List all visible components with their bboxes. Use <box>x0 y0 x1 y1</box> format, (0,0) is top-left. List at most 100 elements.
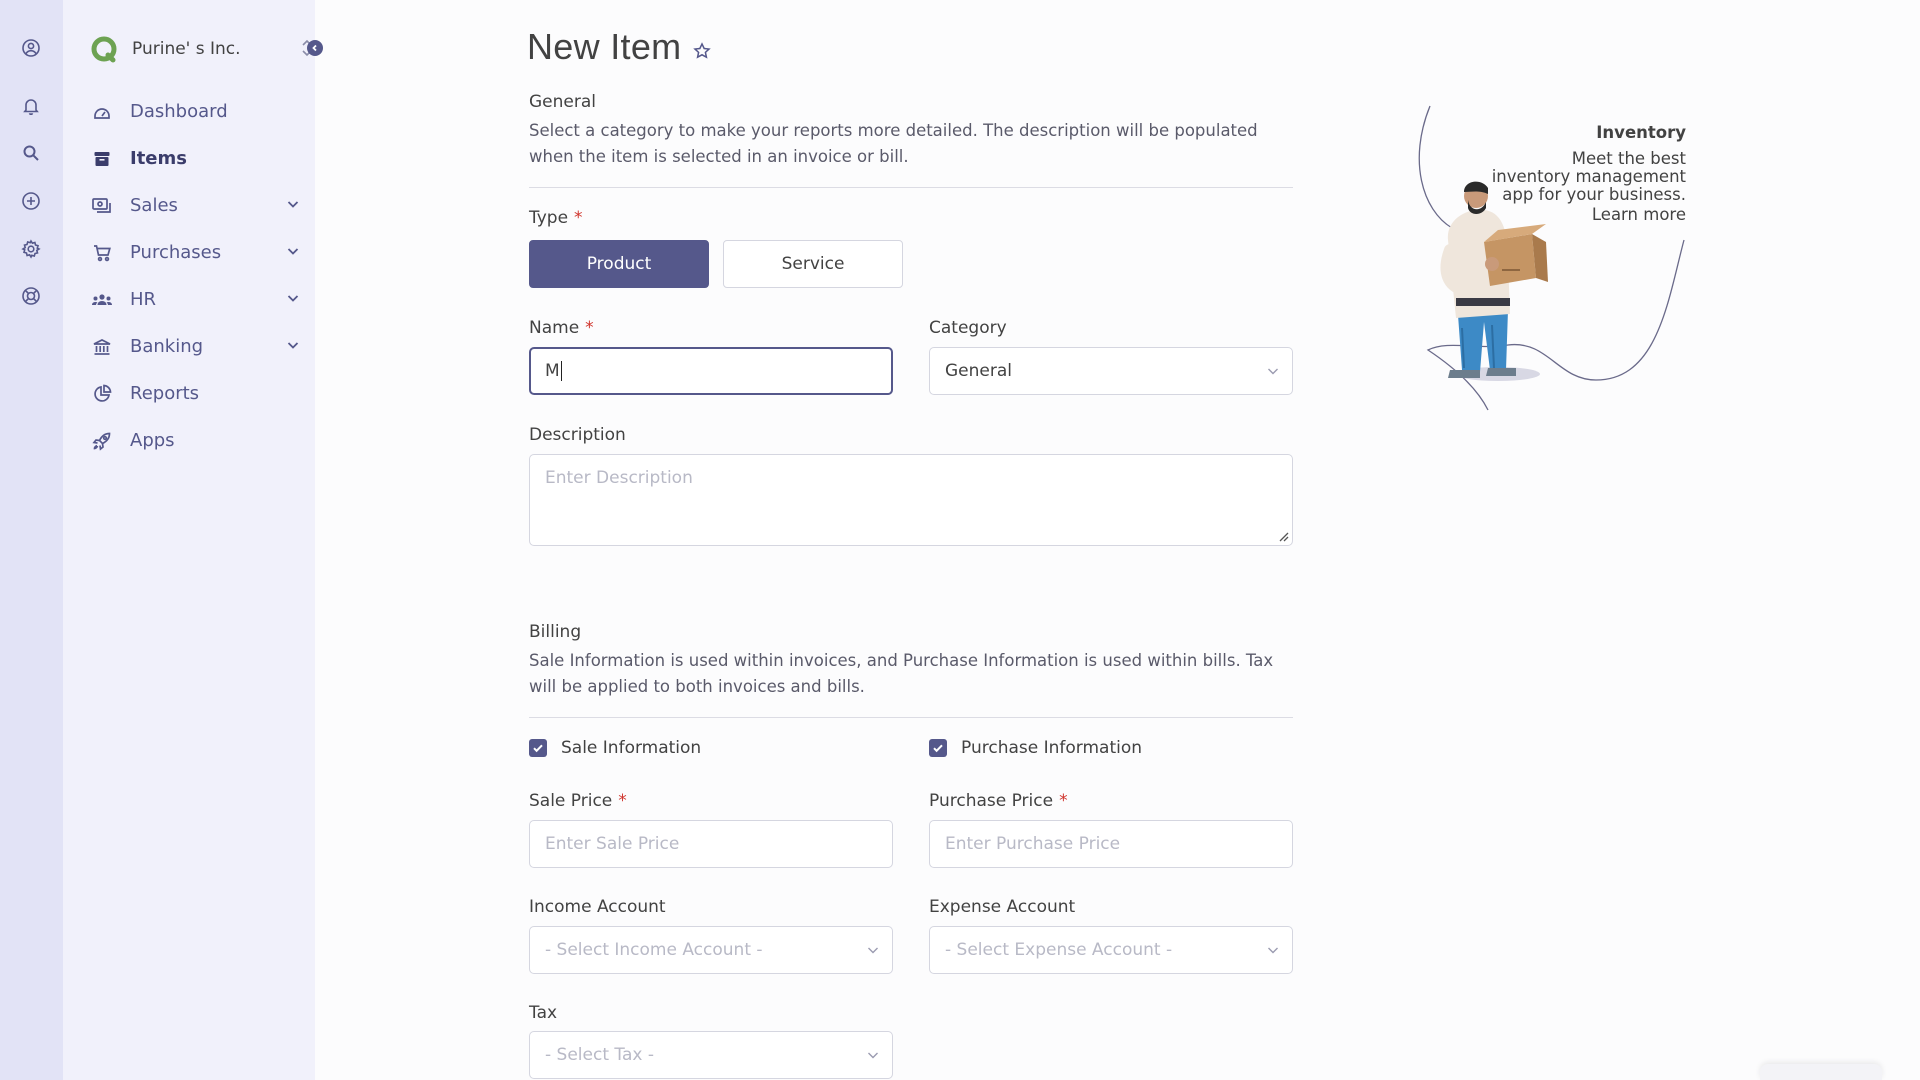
description-placeholder: Enter Description <box>545 468 693 488</box>
expense-account-select[interactable]: - Select Expense Account - <box>929 926 1293 974</box>
sidebar-item-label: Purchases <box>130 242 222 263</box>
sale-information-label: Sale Information <box>561 738 702 758</box>
purchase-information-checkbox[interactable]: Purchase Information <box>929 738 1142 758</box>
learn-more-link[interactable]: Learn more <box>1492 206 1686 224</box>
purchase-price-input[interactable]: Enter Purchase Price <box>929 820 1293 868</box>
type-product-button[interactable]: Product <box>529 240 709 288</box>
profile-icon[interactable] <box>19 36 43 60</box>
tax-select[interactable]: - Select Tax - <box>529 1031 893 1079</box>
checkbox-checked[interactable] <box>529 739 547 757</box>
general-section-title: General <box>529 92 596 112</box>
sidebar-item-apps[interactable]: Apps <box>90 417 300 464</box>
rocket-icon <box>90 429 114 453</box>
required-mark: * <box>1059 791 1068 811</box>
checkbox-checked[interactable] <box>929 739 947 757</box>
sidebar-item-dashboard[interactable]: Dashboard <box>90 88 300 135</box>
company-name: Purine' s Inc. <box>132 39 241 59</box>
sidebar-item-label: Banking <box>130 336 204 357</box>
dashboard-icon <box>90 100 114 124</box>
divider <box>529 187 1293 188</box>
purchase-information-label: Purchase Information <box>961 738 1143 758</box>
sidebar-item-label: Apps <box>130 430 175 451</box>
chevron-down-icon <box>1268 947 1278 954</box>
category-select[interactable]: General <box>929 347 1293 395</box>
sidebar: Purine' s Inc. Dashboard Items Sales Pur… <box>63 0 323 1080</box>
sale-price-label: Sale Price * <box>529 791 627 811</box>
sidebar-item-label: Reports <box>130 383 200 404</box>
promo-line: inventory management <box>1491 167 1686 186</box>
category-select-value: General <box>945 361 1012 381</box>
required-mark: * <box>585 318 594 338</box>
sidebar-item-label: Items <box>130 148 187 169</box>
bank-icon <box>90 335 114 359</box>
settings-icon[interactable] <box>19 237 43 261</box>
required-mark: * <box>618 791 627 811</box>
resize-handle-icon[interactable] <box>1277 530 1289 542</box>
sidebar-nav: Dashboard Items Sales Purchases HR Banki… <box>90 88 300 464</box>
promo-text: Inventory Meet the best inventory manage… <box>1492 124 1686 224</box>
chevron-down-icon <box>1268 368 1278 375</box>
chevron-down-icon <box>868 1052 878 1059</box>
text-cursor <box>560 361 563 381</box>
sale-price-placeholder: Enter Sale Price <box>545 834 680 854</box>
sale-price-input[interactable]: Enter Sale Price <box>529 820 893 868</box>
floating-widget[interactable] <box>1760 1064 1882 1080</box>
sidebar-item-label: HR <box>130 289 157 310</box>
checkmark-icon <box>533 744 543 753</box>
support-icon[interactable] <box>19 284 43 308</box>
required-mark: * <box>574 208 583 228</box>
sales-icon <box>90 194 114 218</box>
checkmark-icon <box>933 744 943 753</box>
page-title: New Item <box>527 26 682 67</box>
sale-information-checkbox[interactable]: Sale Information <box>529 738 701 758</box>
search-icon[interactable] <box>19 141 43 165</box>
expense-account-placeholder: - Select Expense Account - <box>945 940 1173 960</box>
income-account-label: Income Account <box>529 897 666 917</box>
bell-icon[interactable] <box>19 94 43 118</box>
tax-placeholder: - Select Tax - <box>545 1045 654 1065</box>
name-input[interactable]: M <box>529 347 893 395</box>
billing-section-title: Billing <box>529 622 582 642</box>
plus-circle-icon[interactable] <box>19 189 43 213</box>
income-account-select[interactable]: - Select Income Account - <box>529 926 893 974</box>
sidebar-item-sales[interactable]: Sales <box>90 182 300 229</box>
chevron-down-icon[interactable] <box>286 244 300 258</box>
promo-line: Meet the best <box>1571 149 1686 168</box>
sidebar-item-reports[interactable]: Reports <box>90 370 300 417</box>
sidebar-item-banking[interactable]: Banking <box>90 323 300 370</box>
chevron-down-icon[interactable] <box>286 197 300 211</box>
sidebar-item-hr[interactable]: HR <box>90 276 300 323</box>
chevron-down-icon <box>868 947 878 954</box>
purchase-price-label: Purchase Price * <box>929 791 1068 811</box>
tax-label: Tax <box>529 1003 558 1023</box>
page-header: New Item <box>527 26 712 68</box>
promo-title: Inventory <box>1596 123 1686 142</box>
category-label: Category <box>929 318 1007 338</box>
sidebar-item-items[interactable]: Items <box>90 135 300 182</box>
divider <box>529 717 1293 718</box>
chevron-left-icon <box>312 44 317 52</box>
items-icon <box>90 147 114 171</box>
star-icon[interactable] <box>693 42 712 60</box>
name-input-value: M <box>545 361 560 381</box>
people-icon <box>90 288 114 312</box>
collapse-sidebar-button[interactable] <box>307 40 323 56</box>
company-switcher[interactable]: Purine' s Inc. <box>90 34 312 64</box>
description-textarea[interactable]: Enter Description <box>529 454 1293 546</box>
cart-icon <box>90 241 114 265</box>
sidebar-item-purchases[interactable]: Purchases <box>90 229 300 276</box>
type-label: Type * <box>529 208 583 228</box>
sidebar-item-label: Dashboard <box>130 101 228 122</box>
sidebar-item-label: Sales <box>130 195 178 216</box>
icon-rail <box>0 0 63 1080</box>
reports-icon <box>90 382 114 406</box>
chevron-down-icon[interactable] <box>286 338 300 352</box>
purchase-price-placeholder: Enter Purchase Price <box>945 834 1121 854</box>
name-label: Name * <box>529 318 594 338</box>
chevron-down-icon[interactable] <box>286 291 300 305</box>
billing-section-description: Sale Information is used within invoices… <box>529 651 1274 696</box>
expense-account-label: Expense Account <box>929 897 1076 917</box>
promo-line: app for your business. <box>1502 185 1686 204</box>
type-service-button[interactable]: Service <box>723 240 903 288</box>
income-account-placeholder: - Select Income Account - <box>545 940 763 960</box>
